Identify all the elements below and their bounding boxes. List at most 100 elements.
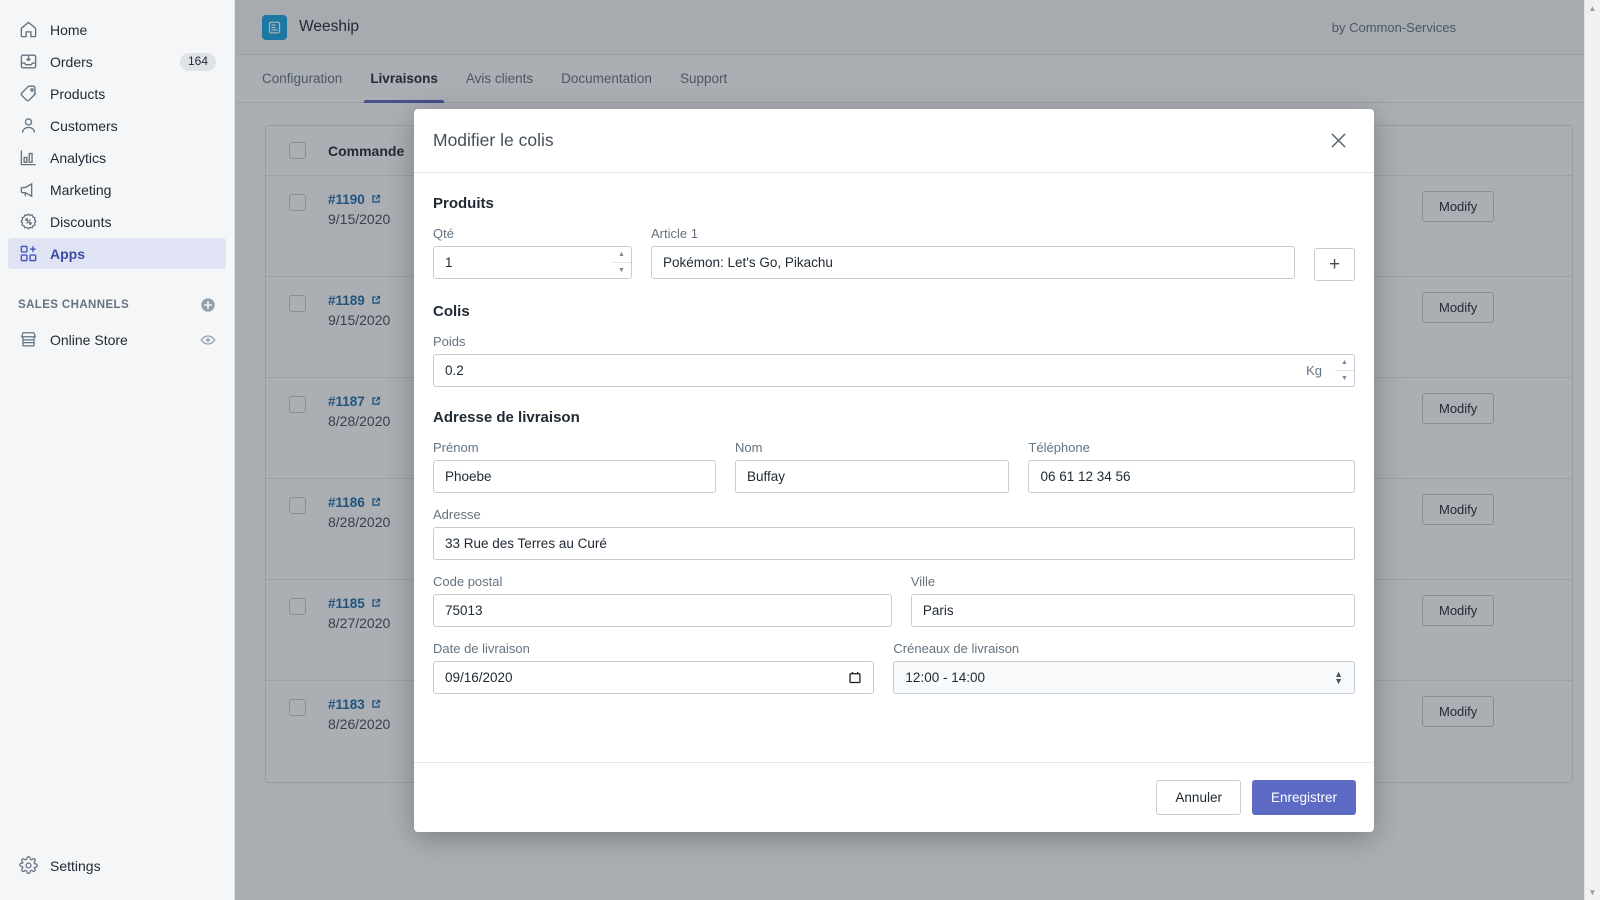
poids-stepper-up-icon[interactable]: ▲	[1335, 355, 1354, 371]
sidebar-item-discounts[interactable]: Discounts	[8, 206, 226, 237]
poids-field-group: Poids 0.2 Kg ▲ ▼	[433, 334, 1355, 387]
telephone-input[interactable]: 06 61 12 34 56	[1028, 460, 1355, 493]
add-article-button[interactable]: +	[1314, 248, 1355, 281]
sidebar-item-home[interactable]: Home	[8, 14, 226, 45]
prenom-input[interactable]: Phoebe	[433, 460, 716, 493]
code-postal-field-group: Code postal 75013	[433, 574, 892, 627]
sidebar-item-online-store[interactable]: Online Store	[8, 324, 226, 355]
qty-field-group: Qté 1 ▲ ▼	[433, 226, 632, 281]
sidebar-item-label: Online Store	[50, 331, 128, 348]
sidebar-item-label: Apps	[50, 245, 85, 262]
code-postal-input[interactable]: 75013	[433, 594, 892, 627]
ville-input[interactable]: Paris	[910, 594, 1355, 627]
sidebar-item-label: Customers	[50, 117, 118, 134]
ville-field-group: Ville Paris	[910, 574, 1355, 627]
poids-label: Poids	[433, 334, 466, 349]
sidebar-item-label: Home	[50, 21, 88, 38]
sidebar-item-analytics[interactable]: Analytics	[8, 142, 226, 173]
calendar-icon[interactable]	[848, 670, 862, 685]
apps-grid-plus-icon	[18, 244, 38, 264]
preview-eye-icon[interactable]	[200, 332, 216, 348]
page-scrollbar[interactable]: ▲ ▼	[1584, 0, 1600, 900]
prenom-field-group: Prénom Phoebe	[433, 440, 716, 493]
add-article-group: +	[1314, 226, 1355, 281]
orders-count-badge: 164	[179, 52, 216, 71]
modal-footer: Annuler Enregistrer	[414, 762, 1374, 832]
date-input[interactable]: 09/16/2020	[433, 661, 875, 694]
sidebar-item-products[interactable]: Products	[8, 78, 226, 109]
poids-value: 0.2	[445, 363, 464, 378]
telephone-field-group: Téléphone 06 61 12 34 56	[1028, 440, 1355, 493]
sidebar-nav: Home Orders 164 Products Customers Analy…	[0, 0, 234, 355]
sidebar-item-marketing[interactable]: Marketing	[8, 174, 226, 205]
discounts-percent-icon	[18, 212, 38, 232]
sidebar-item-customers[interactable]: Customers	[8, 110, 226, 141]
edit-parcel-modal: Modifier le colis Produits Qté 1 ▲ ▼ Art…	[414, 109, 1374, 832]
poids-stepper[interactable]: ▲ ▼	[1335, 354, 1355, 387]
cp-ville-row: Code postal 75013 Ville Paris	[433, 574, 1355, 627]
section-title-adresse: Adresse de livraison	[433, 409, 580, 426]
sidebar-footer: Settings	[0, 850, 235, 900]
prenom-label: Prénom	[433, 440, 479, 455]
code-postal-value: 75013	[445, 603, 483, 618]
modal-header: Modifier le colis	[414, 109, 1374, 173]
qty-label: Qté	[433, 226, 454, 241]
storefront-icon	[18, 330, 38, 350]
creneaux-field-group: Créneaux de livraison 12:00 - 14:00 ▲ ▼	[893, 641, 1355, 694]
sales-channels-header: SALES CHANNELS	[8, 294, 226, 316]
sidebar-item-label: Orders	[50, 53, 93, 70]
adresse-input[interactable]: 33 Rue des Terres au Curé	[433, 527, 1355, 560]
customers-person-icon	[18, 116, 38, 136]
name-phone-row: Prénom Phoebe Nom Buffay Téléphone 06 61…	[433, 440, 1355, 493]
date-field-group: Date de livraison 09/16/2020	[433, 641, 875, 694]
nom-value: Buffay	[746, 469, 786, 484]
scrollbar-down-arrow-icon[interactable]: ▼	[1585, 884, 1600, 900]
date-value: 09/16/2020	[445, 670, 513, 685]
sales-channels-title: SALES CHANNELS	[18, 299, 130, 311]
add-sales-channel-icon[interactable]	[200, 297, 216, 313]
marketing-megaphone-icon	[18, 180, 38, 200]
creneaux-value: 12:00 - 14:00	[905, 670, 985, 685]
orders-icon	[18, 52, 38, 72]
qty-stepper-up-icon[interactable]: ▲	[612, 247, 631, 263]
article-field-group: Article 1 Pokémon: Let's Go, Pikachu	[651, 226, 1295, 281]
code-postal-label: Code postal	[433, 574, 503, 589]
scrollbar-up-arrow-icon[interactable]: ▲	[1585, 0, 1600, 16]
sidebar-item-label: Discounts	[50, 213, 112, 230]
qty-value: 1	[445, 255, 453, 270]
sidebar-item-label: Settings	[50, 857, 101, 874]
sidebar-item-orders[interactable]: Orders 164	[8, 46, 226, 77]
sidebar-item-label: Analytics	[50, 149, 107, 166]
save-button[interactable]: Enregistrer	[1251, 780, 1356, 815]
sidebar: Home Orders 164 Products Customers Analy…	[0, 0, 235, 900]
nom-field-group: Nom Buffay	[734, 440, 1010, 493]
sidebar-item-label: Marketing	[50, 181, 112, 198]
poids-unit: Kg	[1306, 363, 1322, 378]
adresse-value: 33 Rue des Terres au Curé	[445, 536, 607, 551]
home-icon	[18, 20, 38, 40]
date-label: Date de livraison	[433, 641, 530, 656]
ville-label: Ville	[910, 574, 936, 589]
qty-stepper[interactable]: ▲ ▼	[612, 246, 632, 279]
article-input[interactable]: Pokémon: Let's Go, Pikachu	[651, 246, 1295, 279]
section-title-colis: Colis	[433, 303, 470, 320]
sidebar-item-label: Products	[50, 85, 106, 102]
section-title-produits: Produits	[433, 195, 494, 212]
qty-stepper-down-icon[interactable]: ▼	[612, 263, 631, 279]
poids-input[interactable]: 0.2 Kg	[433, 354, 1335, 387]
nom-label: Nom	[734, 440, 763, 455]
adresse-label: Adresse	[433, 507, 481, 522]
sidebar-item-settings[interactable]: Settings	[8, 850, 227, 881]
telephone-label: Téléphone	[1028, 440, 1090, 455]
ville-value: Paris	[922, 603, 954, 618]
produits-row: Qté 1 ▲ ▼ Article 1 Pokémon: Let's Go, P…	[433, 226, 1355, 281]
close-icon[interactable]	[1323, 125, 1354, 156]
analytics-bars-icon	[18, 148, 38, 168]
sidebar-item-apps[interactable]: Apps	[8, 238, 226, 269]
poids-stepper-down-icon[interactable]: ▼	[1335, 371, 1354, 387]
cancel-button[interactable]: Annuler	[1156, 780, 1241, 815]
nom-input[interactable]: Buffay	[734, 460, 1010, 493]
qty-input[interactable]: 1	[433, 246, 612, 279]
creneaux-select[interactable]: 12:00 - 14:00 ▲ ▼	[893, 661, 1355, 694]
adresse-field-group: Adresse 33 Rue des Terres au Curé	[433, 507, 1355, 560]
